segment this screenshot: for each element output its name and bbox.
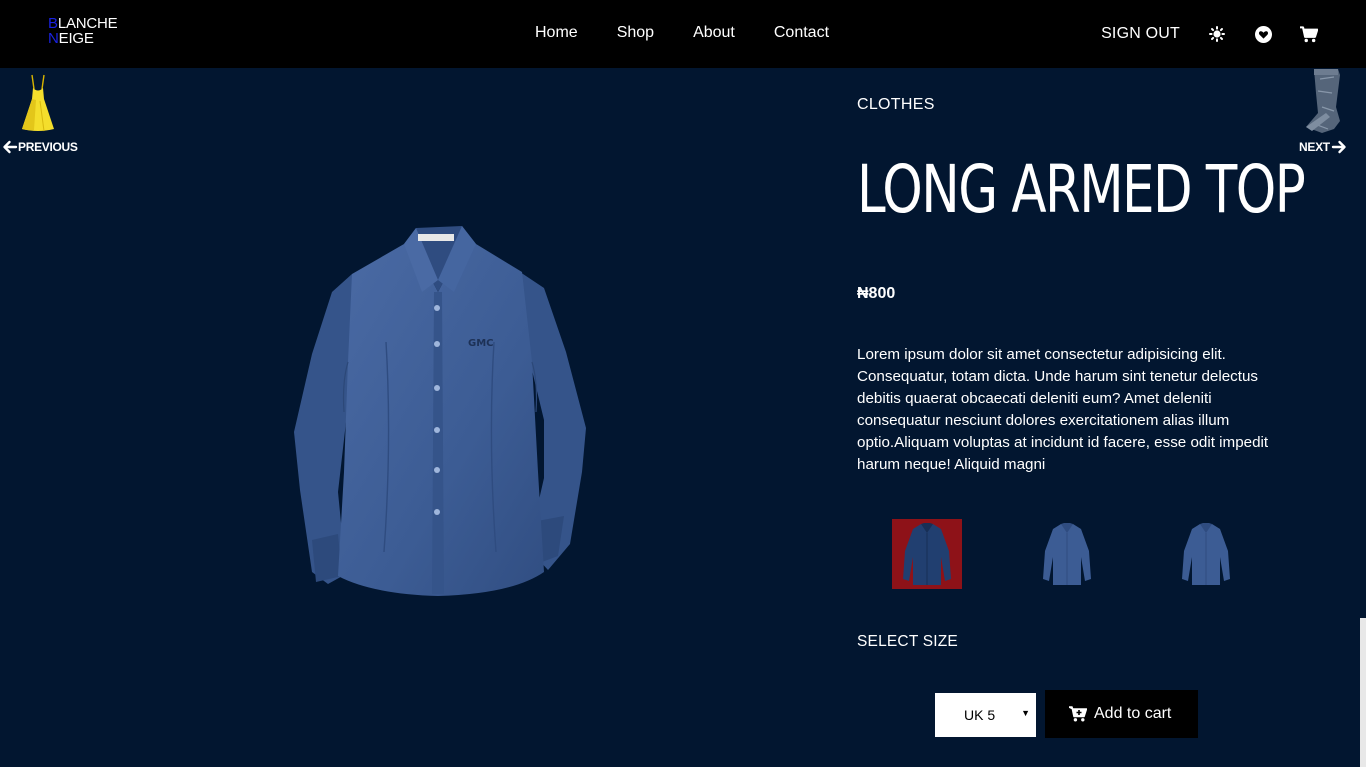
arrow-right-icon <box>1331 140 1346 154</box>
nav-about-link[interactable]: About <box>693 24 735 42</box>
scrollbar[interactable] <box>1360 618 1366 767</box>
add-to-cart-button[interactable]: Add to cart <box>1045 690 1198 738</box>
shirt-logo: GMC <box>468 338 494 349</box>
previous-product-link[interactable]: PREVIOUS <box>2 140 78 154</box>
cart-icon[interactable] <box>1300 25 1318 43</box>
sun-icon[interactable] <box>1208 25 1226 43</box>
thumbnail-2[interactable] <box>1032 519 1102 589</box>
product-main-image: GMC <box>282 222 598 600</box>
previous-label: PREVIOUS <box>18 140 78 154</box>
nav-shop-link[interactable]: Shop <box>617 24 654 42</box>
product-thumbnails <box>892 519 1252 589</box>
nav-contact-link[interactable]: Contact <box>774 24 829 42</box>
next-product-thumbnail[interactable] <box>1300 67 1344 135</box>
add-to-cart-label: Add to cart <box>1094 705 1172 722</box>
arrow-left-icon <box>3 140 18 154</box>
product-price: ₦800 <box>857 285 896 302</box>
product-category: CLOTHES <box>857 96 935 113</box>
main-nav: Home Shop About Contact <box>535 24 868 42</box>
heart-icon[interactable] <box>1254 25 1272 43</box>
cart-add-icon <box>1069 706 1087 722</box>
chevron-down-icon: ▼ <box>1021 708 1030 718</box>
navbar: BLANCHE NEIGE Home Shop About Contact SI… <box>0 0 1366 68</box>
thumbnail-3[interactable] <box>1171 519 1241 589</box>
next-product-link[interactable]: NEXT <box>1299 140 1348 154</box>
previous-product-thumbnail[interactable] <box>18 73 58 133</box>
select-size-label: SELECT SIZE <box>857 633 958 650</box>
brand-logo[interactable]: BLANCHE NEIGE <box>48 15 118 47</box>
thumbnail-1[interactable] <box>892 519 962 589</box>
logo-line-1: BLANCHE <box>48 15 118 32</box>
nav-actions: SIGN OUT <box>1101 22 1366 46</box>
size-select[interactable]: UK 5 ▼ <box>935 693 1036 737</box>
product-title: LONG ARMED TOP <box>857 151 1306 228</box>
size-select-value: UK 5 <box>964 707 996 723</box>
product-description: Lorem ipsum dolor sit amet consectetur a… <box>857 346 1269 473</box>
sign-out-link[interactable]: SIGN OUT <box>1101 25 1180 43</box>
nav-home-link[interactable]: Home <box>535 24 578 42</box>
logo-line-2: NEIGE <box>48 30 94 47</box>
